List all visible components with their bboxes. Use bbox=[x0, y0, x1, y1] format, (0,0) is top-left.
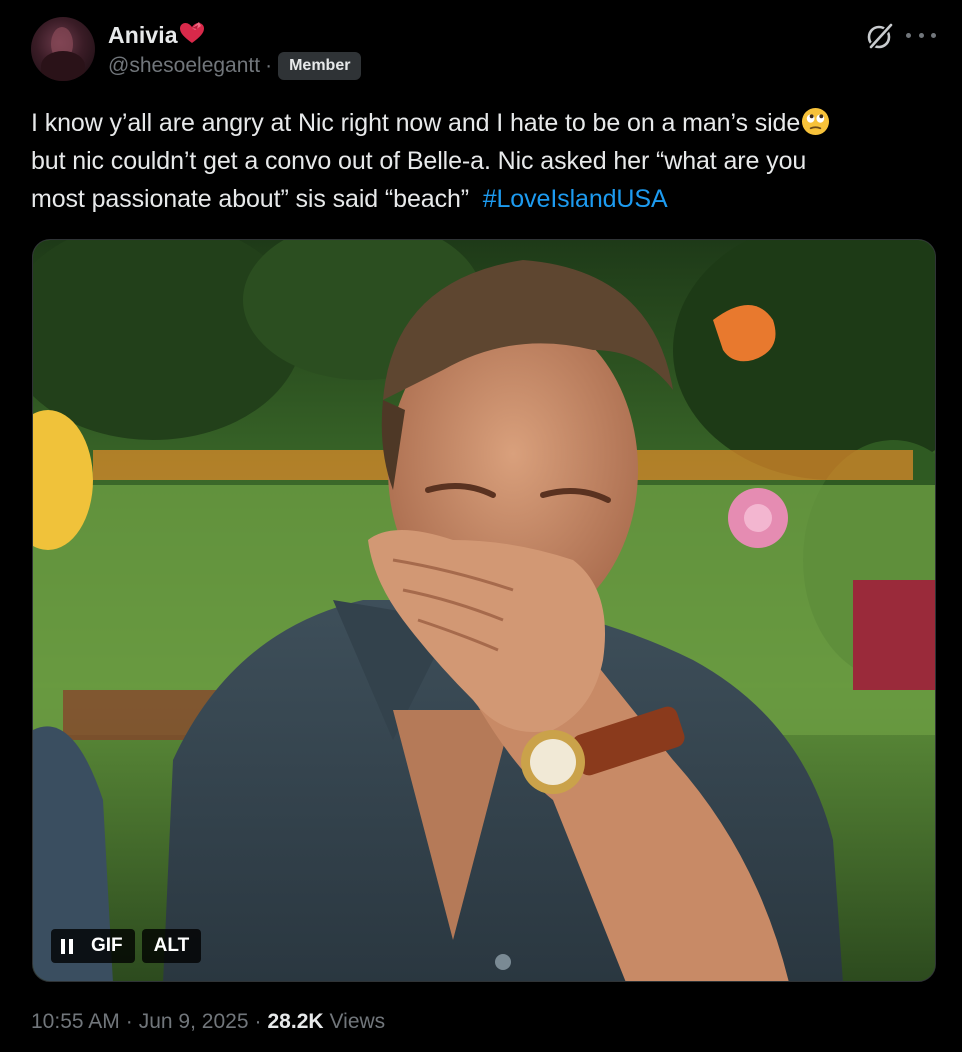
tweet-text-line: I know y’all are angry at Nic right now … bbox=[31, 104, 936, 142]
author-display-name[interactable]: Anivia bbox=[108, 22, 178, 49]
hashtag-link[interactable]: #LoveIslandUSA bbox=[483, 185, 668, 213]
gif-image bbox=[33, 240, 935, 981]
separator: · bbox=[125, 1010, 133, 1033]
tweet: Anivia @shesoelegantt · Member I know y’… bbox=[0, 0, 962, 1052]
tweet-text-line: most passionate about” sis said “beach” … bbox=[31, 180, 936, 218]
separator: · bbox=[265, 54, 273, 77]
author-handle-row: @shesoelegantt · Member bbox=[108, 51, 362, 81]
tweet-text-segment: I know y’all are angry at Nic right now … bbox=[31, 109, 801, 137]
author-handle[interactable]: @shesoelegantt bbox=[108, 54, 260, 78]
separator: · bbox=[254, 1010, 262, 1033]
gif-label: GIF bbox=[83, 929, 135, 963]
gif-media[interactable]: GIF ALT bbox=[32, 239, 936, 982]
face-with-rolling-eyes-icon bbox=[802, 107, 830, 136]
avatar[interactable] bbox=[31, 17, 95, 81]
alt-text-button[interactable]: ALT bbox=[141, 929, 202, 963]
more-icon[interactable] bbox=[906, 22, 936, 48]
tweet-text: I know y’all are angry at Nic right now … bbox=[31, 104, 936, 218]
member-badge[interactable]: Member bbox=[278, 52, 362, 80]
tweet-text-segment: most passionate about” sis said “beach” bbox=[31, 185, 469, 213]
tweet-text-line: but nic couldn’t get a convo out of Bell… bbox=[31, 147, 807, 175]
tweet-time[interactable]: 10:55 AM bbox=[31, 1010, 120, 1034]
tweet-meta: 10:55 AM · Jun 9, 2025 · 28.2K Views bbox=[31, 1010, 385, 1034]
gif-controls: GIF ALT bbox=[51, 929, 202, 963]
views-label: Views bbox=[329, 1010, 386, 1033]
tweet-date[interactable]: Jun 9, 2025 bbox=[139, 1010, 249, 1034]
pause-button[interactable] bbox=[51, 929, 83, 963]
views-count[interactable]: 28.2K bbox=[268, 1010, 324, 1034]
pause-icon bbox=[61, 938, 73, 954]
author-name-row: Anivia bbox=[108, 19, 205, 51]
heart-with-ribbon-icon bbox=[179, 22, 204, 43]
grok-icon[interactable] bbox=[864, 20, 896, 52]
avatar-detail bbox=[41, 51, 85, 81]
